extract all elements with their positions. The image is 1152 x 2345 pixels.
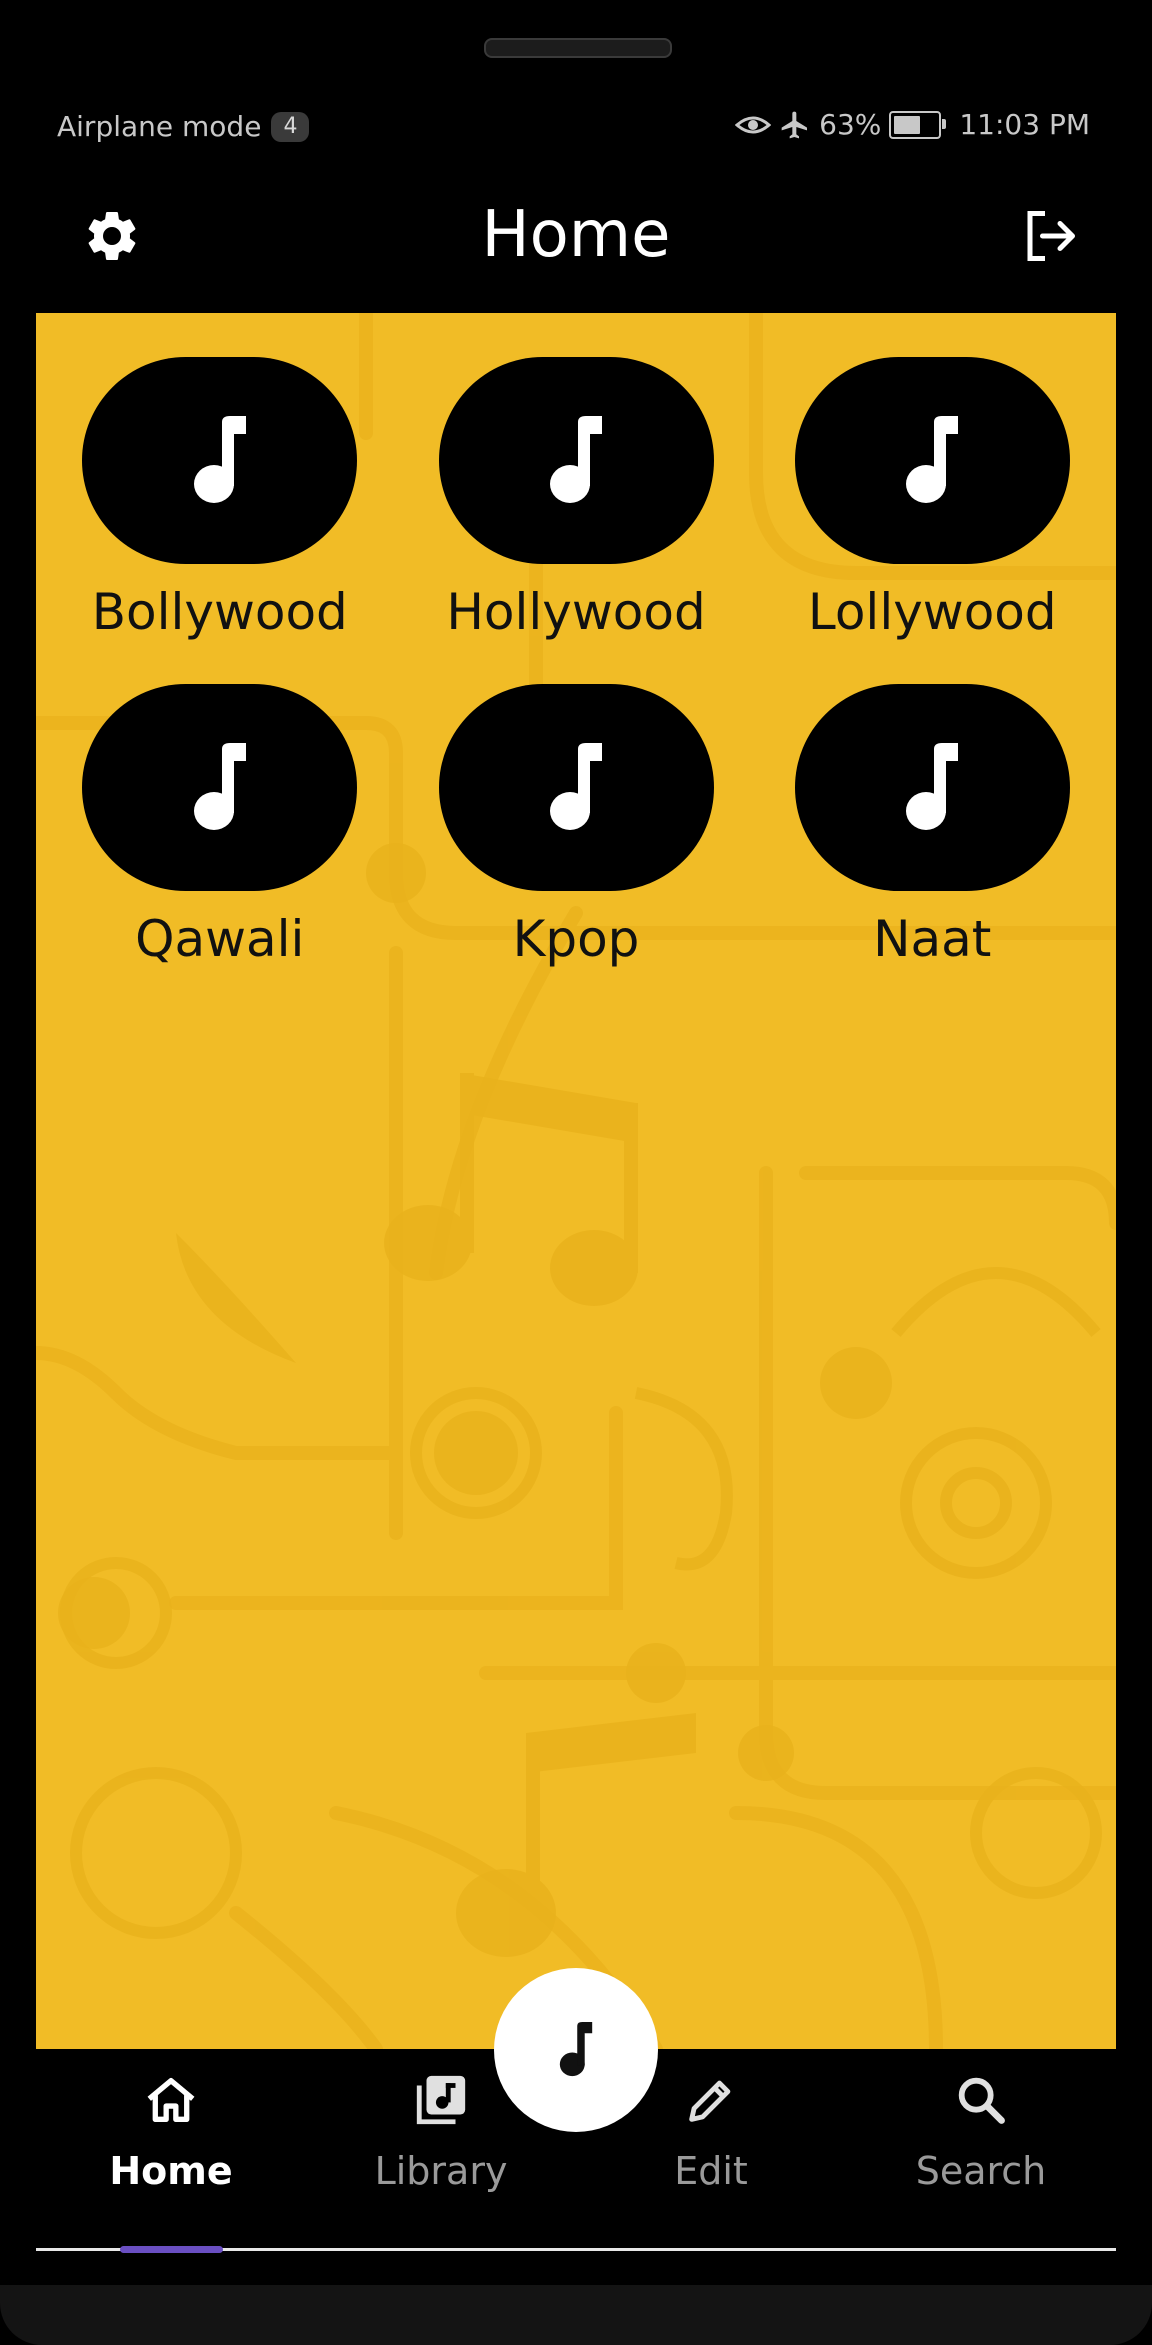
logout-button[interactable] xyxy=(1010,196,1090,276)
genre-grid: Bollywood Hollywood Lollywood Qawali Kpo… xyxy=(36,357,1116,971)
battery-percent: 63% xyxy=(819,108,882,141)
genre-hollywood[interactable]: Hollywood xyxy=(404,357,749,644)
page-title: Home xyxy=(481,198,671,272)
airplane-icon xyxy=(781,111,808,138)
library-music-icon xyxy=(416,2075,466,2125)
nav-label-search: Search xyxy=(915,2149,1047,2193)
logout-icon xyxy=(1027,211,1075,261)
search-icon xyxy=(958,2077,1005,2124)
music-note-icon xyxy=(559,2022,593,2077)
genre-button[interactable] xyxy=(794,684,1070,891)
genre-label: Kpop xyxy=(512,910,640,968)
player-fab-button[interactable] xyxy=(494,1968,658,2132)
music-note-icon xyxy=(906,742,959,830)
music-note-icon xyxy=(193,742,246,830)
phone-frame: Airplane mode 4 63% 11:03 PM Home Bollyw… xyxy=(0,0,1152,2345)
phone-bottom-bezel xyxy=(0,2285,1152,2345)
home-icon xyxy=(147,2078,195,2122)
genre-button[interactable] xyxy=(82,684,358,891)
genre-button[interactable] xyxy=(794,357,1070,564)
music-note-icon xyxy=(193,415,246,503)
genre-label: Hollywood xyxy=(446,583,706,641)
pencil-icon xyxy=(689,2080,731,2122)
nav-label-edit: Edit xyxy=(674,2149,748,2193)
nav-item-search[interactable]: Search xyxy=(881,2071,1081,2193)
airplane-mode-label: Airplane mode xyxy=(57,110,262,143)
genre-label: Bollywood xyxy=(91,583,348,641)
music-note-icon xyxy=(906,415,959,503)
settings-button[interactable] xyxy=(72,196,152,276)
genre-bollywood[interactable]: Bollywood xyxy=(47,357,392,644)
genre-naat[interactable]: Naat xyxy=(760,684,1105,971)
genre-button[interactable] xyxy=(438,684,714,891)
genre-qawali[interactable]: Qawali xyxy=(47,684,392,971)
gear-icon xyxy=(88,211,136,260)
status-left: Airplane mode 4 xyxy=(57,110,310,143)
battery-icon xyxy=(889,110,947,139)
nav-label-library: Library xyxy=(374,2149,508,2193)
genre-lollywood[interactable]: Lollywood xyxy=(760,357,1105,644)
notification-count-badge: 4 xyxy=(271,111,310,142)
genre-label: Lollywood xyxy=(807,583,1057,641)
clock-time: 11:03 PM xyxy=(959,108,1090,141)
app-bar: Home xyxy=(0,190,1152,310)
nav-item-home[interactable]: Home xyxy=(71,2071,271,2193)
active-tab-indicator xyxy=(120,2246,223,2253)
genre-button[interactable] xyxy=(82,357,358,564)
genre-label: Naat xyxy=(873,910,992,968)
earpiece-speaker xyxy=(484,38,672,58)
status-bar: Airplane mode 4 63% 11:03 PM xyxy=(0,100,1152,156)
genre-label: Qawali xyxy=(135,910,305,968)
genre-button[interactable] xyxy=(438,357,714,564)
status-right: 63% 11:03 PM xyxy=(735,108,1090,141)
music-note-icon xyxy=(550,415,602,503)
eye-icon xyxy=(735,116,772,133)
genre-content-area: Bollywood Hollywood Lollywood Qawali Kpo… xyxy=(36,313,1116,2049)
genre-kpop[interactable]: Kpop xyxy=(404,684,749,971)
music-note-icon xyxy=(550,742,602,830)
nav-label-home: Home xyxy=(109,2149,233,2193)
